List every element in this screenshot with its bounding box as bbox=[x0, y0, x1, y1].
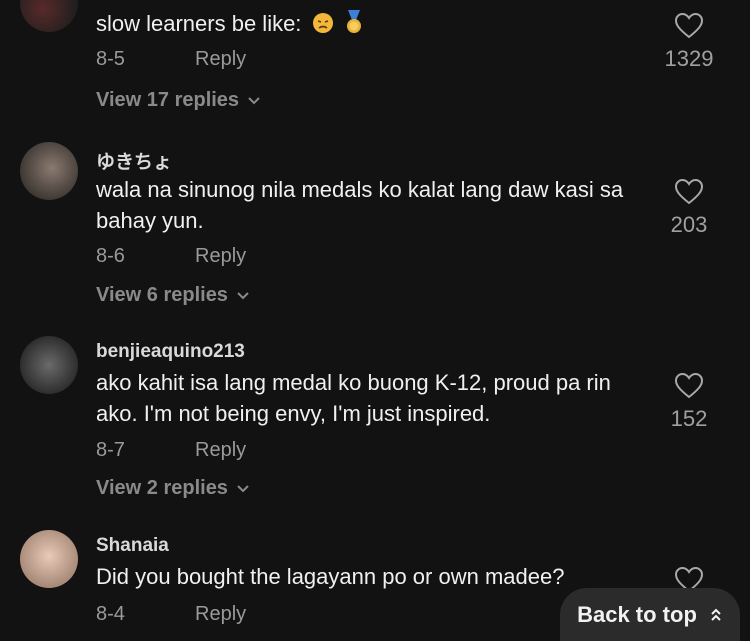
comment-text: wala na sinunog nila medals ko kalat lan… bbox=[96, 177, 624, 233]
reply-button[interactable]: Reply bbox=[195, 439, 246, 462]
comments-panel: slow learners be like: 1329 8-5 Reply Vi… bbox=[0, 0, 750, 641]
sports-medal-icon bbox=[344, 10, 364, 42]
view-replies-label: View 17 replies bbox=[96, 89, 240, 111]
comment-date: 8-7 bbox=[96, 439, 125, 461]
double-chevron-up-icon bbox=[711, 608, 721, 621]
avatar[interactable] bbox=[20, 530, 78, 588]
comment-username[interactable]: Shanaia bbox=[96, 535, 169, 557]
view-replies-label: View 6 replies bbox=[96, 284, 228, 306]
like-heart-icon[interactable] bbox=[675, 179, 703, 205]
like-heart-icon[interactable] bbox=[675, 13, 703, 39]
view-replies-button[interactable]: View 17 replies bbox=[96, 89, 261, 112]
comment-username[interactable]: benjieaquino213 bbox=[96, 341, 245, 363]
view-replies-button[interactable]: View 2 replies bbox=[96, 477, 250, 500]
reply-button[interactable]: Reply bbox=[195, 603, 246, 626]
back-to-top-button[interactable]: Back to top bbox=[560, 588, 740, 641]
reply-button[interactable]: Reply bbox=[195, 245, 246, 268]
comment-date: 8-5 bbox=[96, 48, 125, 70]
avatar[interactable] bbox=[20, 0, 78, 32]
like-count: 152 bbox=[670, 406, 708, 431]
comment-text: ako kahit isa lang medal ko buong K-12, … bbox=[96, 370, 611, 426]
reply-button[interactable]: Reply bbox=[195, 48, 246, 71]
chevron-down-icon bbox=[248, 96, 260, 104]
comment-text: Did you bought the lagayann po or own ma… bbox=[96, 564, 565, 589]
comment-text: slow learners be like: bbox=[96, 8, 651, 42]
back-to-top-label: Back to top bbox=[577, 602, 697, 627]
comment-date: 8-6 bbox=[96, 245, 125, 267]
chevron-down-icon bbox=[237, 484, 249, 492]
comment-date: 8-4 bbox=[96, 603, 125, 625]
like-heart-icon[interactable] bbox=[675, 373, 703, 399]
chevron-down-icon bbox=[237, 291, 249, 299]
view-replies-button[interactable]: View 6 replies bbox=[96, 284, 250, 307]
like-count: 203 bbox=[670, 212, 708, 237]
avatar[interactable] bbox=[20, 336, 78, 394]
disappointed-face-icon bbox=[312, 11, 334, 42]
view-replies-label: View 2 replies bbox=[96, 477, 228, 499]
comment-username[interactable]: ゆきちょ bbox=[96, 147, 172, 174]
avatar[interactable] bbox=[20, 142, 78, 200]
like-count: 1329 bbox=[664, 46, 714, 71]
